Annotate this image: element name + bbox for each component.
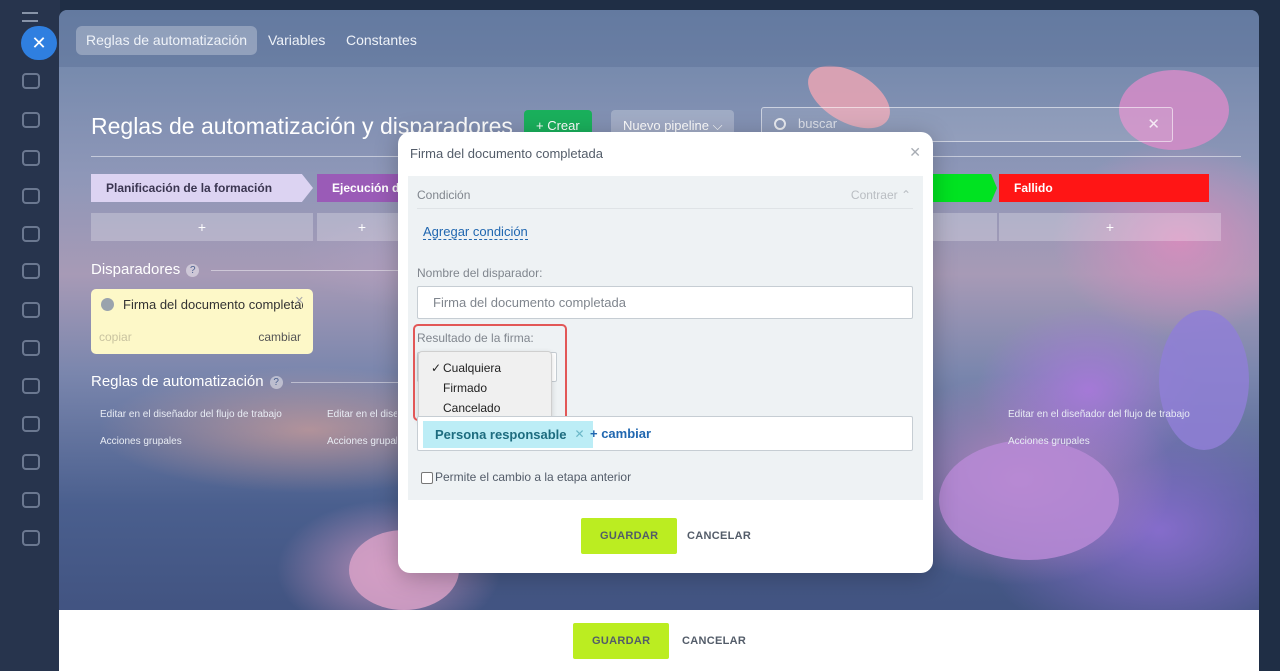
rail-icon-11[interactable] <box>22 454 40 470</box>
dialog-title: Firma del documento completada <box>410 146 603 161</box>
trigger-card[interactable]: Firma del documento completada ✕ copiar … <box>91 289 313 354</box>
edit-designer-link[interactable]: Editar en el diseñador del flujo de trab… <box>100 409 282 420</box>
section-divider <box>211 270 401 271</box>
rail-icon-8[interactable] <box>22 340 40 356</box>
group-actions-link[interactable]: Acciones grupales <box>327 436 397 447</box>
stage-failed[interactable]: Fallido <box>999 174 1209 202</box>
rail-icon-4[interactable] <box>22 188 40 204</box>
group-actions-link[interactable]: Acciones grupales <box>100 436 182 447</box>
edit-designer-link[interactable]: Editar en el diseñador del flujo de trab… <box>327 409 397 420</box>
stage-execution[interactable]: Ejecución de la formación <box>317 174 407 202</box>
rail-icon-10[interactable] <box>22 416 40 432</box>
add-trigger-button[interactable]: + <box>317 213 407 241</box>
condition-divider <box>417 208 913 209</box>
search-icon <box>774 118 786 130</box>
rail-icon-13[interactable] <box>22 530 40 546</box>
tab-variables[interactable]: Variables <box>258 26 335 55</box>
slider-topbar: Reglas de automatización Variables Const… <box>59 10 1259 67</box>
rail-icon-6[interactable] <box>22 263 40 279</box>
allow-back-checkbox[interactable] <box>421 471 433 484</box>
clear-search-icon[interactable]: ✕ <box>1147 115 1160 133</box>
help-icon[interactable]: ? <box>269 375 283 389</box>
change-responsible-link[interactable]: + cambiar <box>590 426 651 441</box>
petal-decoration <box>939 440 1119 560</box>
rail-icon-9[interactable] <box>22 378 40 394</box>
dialog-save-button[interactable]: GUARDAR <box>581 518 678 554</box>
add-trigger-button[interactable]: + <box>91 213 313 241</box>
trigger-title: Firma del documento completada <box>123 297 303 312</box>
search-input[interactable] <box>798 116 1128 131</box>
rail-icon-1[interactable] <box>22 73 40 89</box>
group-actions-link[interactable]: Acciones grupales <box>1008 436 1090 447</box>
dialog-cancel-button[interactable]: CANCELAR <box>687 518 751 554</box>
user-icon <box>101 298 114 311</box>
menu-icon[interactable] <box>22 12 38 22</box>
stage-planning[interactable]: Planificación de la formación <box>91 174 313 202</box>
dialog-body: Condición Contraer ⌃ Agregar condición N… <box>408 176 923 500</box>
trigger-name-input[interactable] <box>417 286 913 319</box>
responsible-chip: Persona responsable ✕ <box>423 421 593 448</box>
tab-automation-rules[interactable]: Reglas de automatización <box>76 26 258 55</box>
help-icon[interactable]: ? <box>186 263 200 277</box>
trigger-name-label: Nombre del disparador: <box>417 266 543 280</box>
close-icon[interactable]: ✕ <box>909 144 921 161</box>
add-condition-link[interactable]: Agregar condición <box>423 224 528 240</box>
rules-section-title: Reglas de automatización? <box>91 373 283 390</box>
rail-icon-2[interactable] <box>22 112 40 128</box>
collapse-condition-button[interactable]: Contraer ⌃ <box>851 188 911 202</box>
triggers-section-title: Disparadores? <box>91 261 200 278</box>
slider-footer: GUARDAR CANCELAR <box>59 610 1259 671</box>
edit-designer-link[interactable]: Editar en el diseñador del flujo de trab… <box>1008 409 1190 420</box>
left-rail: ✕ <box>0 0 60 671</box>
highlight-annotation <box>413 324 567 421</box>
close-icon[interactable]: ✕ <box>295 294 304 307</box>
condition-label: Condición <box>417 188 471 202</box>
close-slider-button[interactable]: ✕ <box>21 26 57 60</box>
footer-cancel-button[interactable]: CANCELAR <box>682 623 746 659</box>
petal-decoration <box>1159 310 1249 450</box>
rail-icon-5[interactable] <box>22 226 40 242</box>
section-divider <box>291 382 401 383</box>
rail-icon-7[interactable] <box>22 302 40 318</box>
rail-icon-3[interactable] <box>22 150 40 166</box>
footer-save-button[interactable]: GUARDAR <box>573 623 670 659</box>
responsible-field: Persona responsable ✕ + cambiar <box>417 416 913 451</box>
add-trigger-button[interactable]: + <box>999 213 1221 241</box>
rail-icon-12[interactable] <box>22 492 40 508</box>
trigger-change-link[interactable]: cambiar <box>258 330 301 344</box>
trigger-settings-dialog: Firma del documento completada ✕ Condici… <box>398 132 933 573</box>
tab-constants[interactable]: Constantes <box>336 26 427 55</box>
trigger-copy-link[interactable]: copiar <box>99 330 132 344</box>
remove-chip-icon[interactable]: ✕ <box>574 421 584 448</box>
close-icon: ✕ <box>31 32 47 53</box>
allow-back-row[interactable]: Permite el cambio a la etapa anterior <box>421 470 631 484</box>
